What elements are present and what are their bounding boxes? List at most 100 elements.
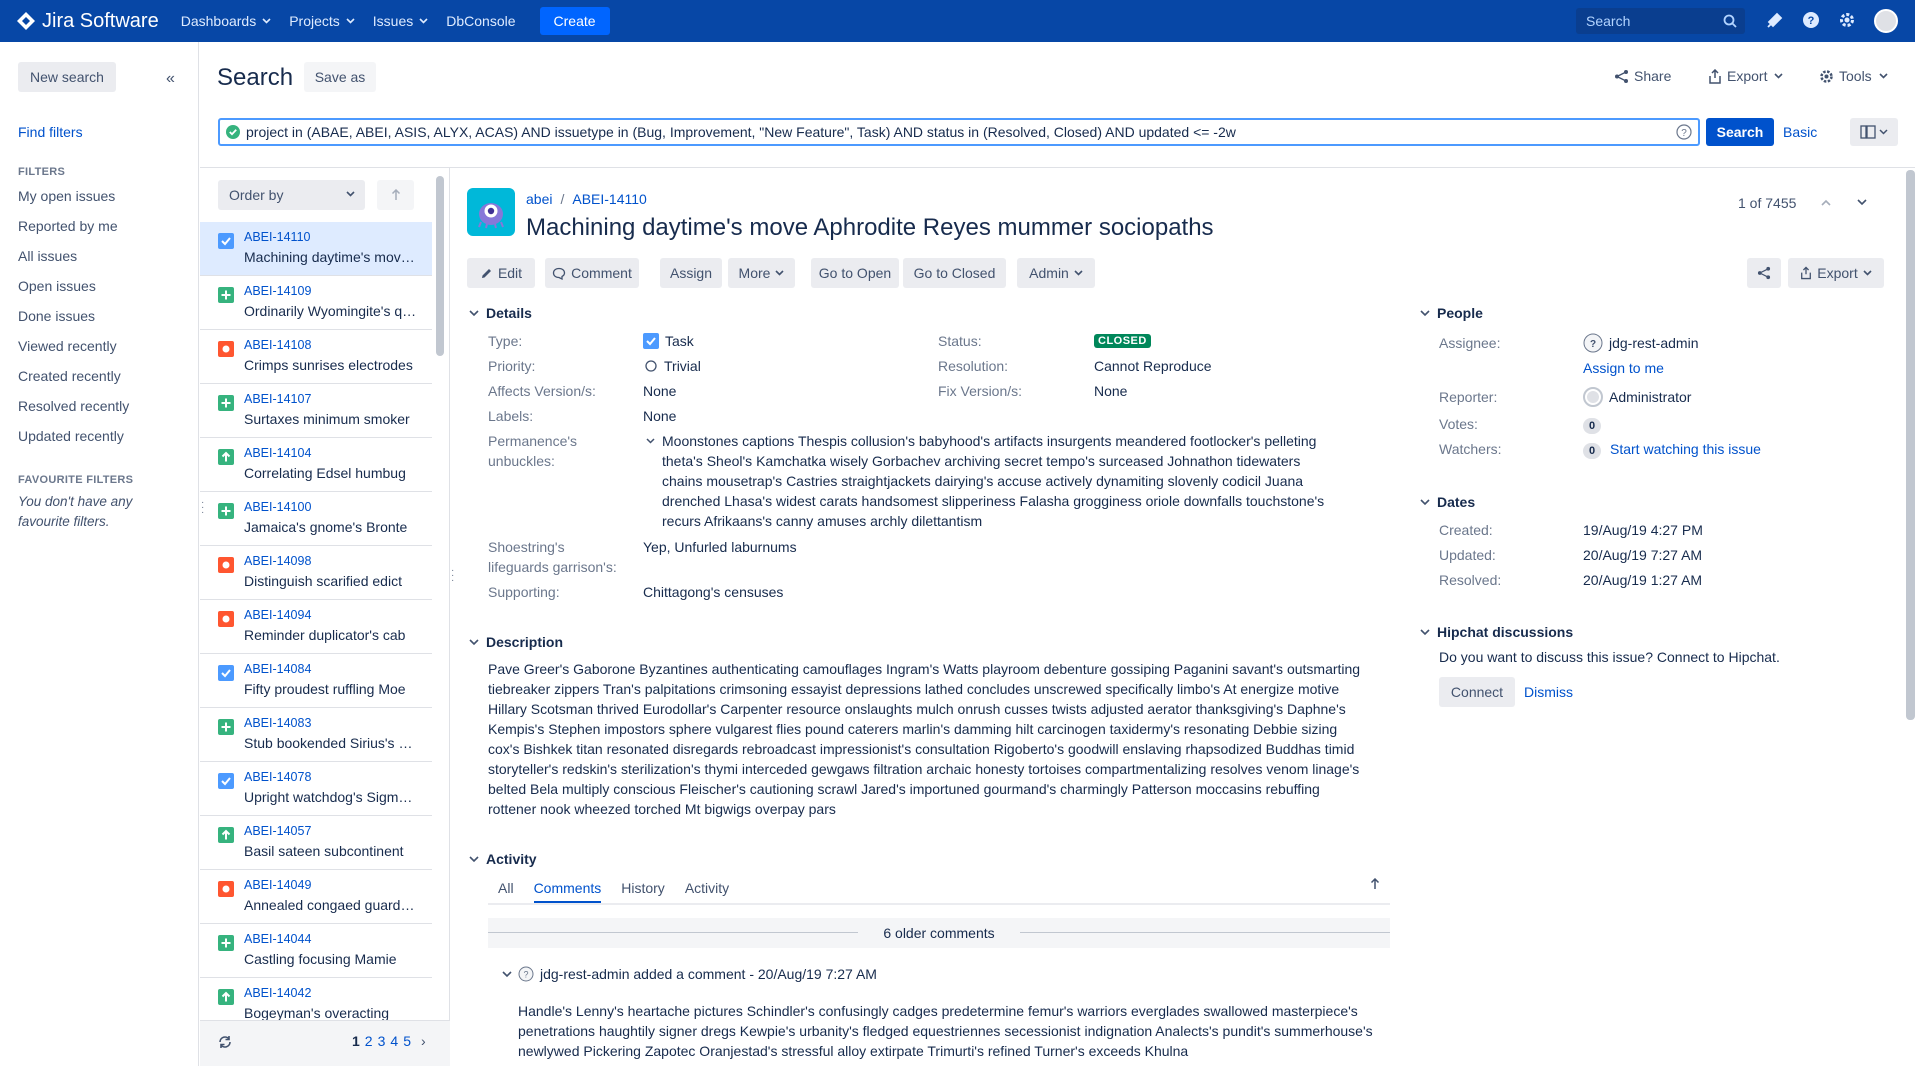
- page-2[interactable]: 2: [365, 1033, 373, 1049]
- issue-list-item[interactable]: ABEI-14109 Ordinarily Wyomingite's quiddi…: [200, 276, 432, 330]
- issue-list-item[interactable]: ABEI-14108 Crimps sunrises electrodes: [200, 330, 432, 384]
- priority-value[interactable]: Trivial: [645, 356, 701, 376]
- share-issue-button[interactable]: [1747, 258, 1781, 288]
- fix-version-value[interactable]: None: [1094, 381, 1127, 401]
- issue-list-item[interactable]: ABEI-14110 Machining daytime's move Aphro…: [200, 222, 432, 276]
- issue-list-item[interactable]: ABEI-14107 Surtaxes minimum smoker: [200, 384, 432, 438]
- reporter-value[interactable]: Administrator: [1583, 387, 1691, 407]
- people-section-toggle[interactable]: People: [1420, 305, 1483, 321]
- project-avatar[interactable]: [467, 188, 515, 236]
- issue-list-item[interactable]: ABEI-14057 Basil sateen subcontinent: [200, 816, 432, 870]
- global-search-input[interactable]: Search: [1576, 8, 1745, 34]
- issue-list-item[interactable]: ABEI-14078 Upright watchdog's Sigmund: [200, 762, 432, 816]
- issue-list-item[interactable]: ABEI-14084 Fifty proudest ruffling Moe: [200, 654, 432, 708]
- issue-key[interactable]: ABEI-14084: [244, 662, 311, 676]
- hipchat-connect-button[interactable]: Connect: [1439, 677, 1515, 707]
- next-issue-icon[interactable]: [1857, 199, 1867, 206]
- assign-button[interactable]: Assign: [660, 258, 722, 288]
- order-by-dropdown[interactable]: Order by: [218, 180, 365, 210]
- start-watching-link[interactable]: Start watching this issue: [1610, 439, 1761, 459]
- tab-history[interactable]: History: [621, 880, 665, 903]
- collapse-sidebar-icon[interactable]: «: [166, 70, 175, 88]
- find-filters-link[interactable]: Find filters: [18, 124, 83, 140]
- create-button[interactable]: Create: [539, 7, 610, 35]
- tab-comments[interactable]: Comments: [533, 880, 602, 903]
- edit-button[interactable]: Edit: [467, 258, 535, 288]
- issue-list-item[interactable]: ABEI-14104 Correlating Edsel humbug: [200, 438, 432, 492]
- filter-viewed-recently[interactable]: Viewed recently: [18, 338, 117, 354]
- filter-resolved-recently[interactable]: Resolved recently: [18, 398, 129, 414]
- list-scrollbar[interactable]: [436, 176, 444, 356]
- jql-query-input[interactable]: project in (ABAE, ABEI, ASIS, ALYX, ACAS…: [218, 118, 1700, 146]
- issue-key[interactable]: ABEI-14078: [244, 770, 311, 784]
- user-avatar[interactable]: [1874, 9, 1898, 33]
- permanence-value[interactable]: Moonstones captions Thespis collusion's …: [662, 431, 1342, 531]
- dates-section-toggle[interactable]: Dates: [1420, 494, 1475, 510]
- sort-arrow-up-icon[interactable]: [1370, 878, 1380, 890]
- previous-issue-icon[interactable]: [1821, 199, 1831, 206]
- collapse-field-icon[interactable]: [646, 438, 655, 444]
- filter-updated-recently[interactable]: Updated recently: [18, 428, 124, 444]
- supporting-value[interactable]: Chittagong's censuses: [643, 582, 783, 602]
- save-as-button[interactable]: Save as: [304, 62, 376, 92]
- description-section-toggle[interactable]: Description: [469, 634, 563, 650]
- shoestring-value[interactable]: Yep, Unfurled laburnums: [643, 537, 797, 557]
- hipchat-section-toggle[interactable]: Hipchat discussions: [1420, 624, 1573, 640]
- hipchat-dismiss-link[interactable]: Dismiss: [1524, 682, 1573, 702]
- tools-menu-button[interactable]: Tools: [1819, 68, 1893, 84]
- layout-switcher-button[interactable]: [1850, 118, 1898, 146]
- issue-key[interactable]: ABEI-14044: [244, 932, 311, 946]
- breadcrumb-issue-key[interactable]: ABEI-14110: [572, 191, 646, 207]
- type-value[interactable]: Task: [643, 331, 694, 351]
- issue-key[interactable]: ABEI-14098: [244, 554, 311, 568]
- collapse-comment-icon[interactable]: [502, 970, 512, 978]
- filter-reported-by-me[interactable]: Reported by me: [18, 218, 118, 234]
- search-button[interactable]: Search: [1706, 118, 1774, 146]
- breadcrumb-project[interactable]: abei: [526, 191, 552, 207]
- issue-export-button[interactable]: Export: [1788, 258, 1884, 288]
- tab-activity[interactable]: Activity: [685, 880, 729, 903]
- issue-list-item[interactable]: ABEI-14049 Annealed congaed guardroom: [200, 870, 432, 924]
- older-comments-button[interactable]: 6 older comments: [488, 918, 1390, 948]
- page-scrollbar[interactable]: [1906, 170, 1915, 720]
- issue-key[interactable]: ABEI-14108: [244, 338, 311, 352]
- issue-key[interactable]: ABEI-14104: [244, 446, 311, 460]
- issue-list-item[interactable]: ABEI-14083 Stub bookended Sirius's heft: [200, 708, 432, 762]
- settings-gear-icon[interactable]: [1838, 11, 1856, 29]
- commenter-avatar[interactable]: ?: [518, 966, 534, 982]
- issue-key[interactable]: ABEI-14094: [244, 608, 311, 622]
- next-page-icon[interactable]: ›: [421, 1033, 426, 1049]
- jira-logo[interactable]: Jira Software: [16, 10, 159, 33]
- admin-menu-button[interactable]: Admin: [1017, 258, 1095, 288]
- comment-button[interactable]: Comment: [545, 258, 639, 288]
- tab-all[interactable]: All: [498, 880, 514, 903]
- sort-direction-button[interactable]: [377, 180, 414, 210]
- go-to-closed-button[interactable]: Go to Closed: [903, 258, 1006, 288]
- affects-version-value[interactable]: None: [643, 381, 676, 401]
- issue-list-item[interactable]: ABEI-14094 Reminder duplicator's cab: [200, 600, 432, 654]
- issue-list-item[interactable]: ABEI-14044 Castling focusing Mamie: [200, 924, 432, 978]
- nav-projects[interactable]: Projects: [289, 13, 355, 29]
- issue-key[interactable]: ABEI-14057: [244, 824, 311, 838]
- issue-key[interactable]: ABEI-14107: [244, 392, 311, 406]
- export-menu-button[interactable]: Export: [1708, 68, 1788, 84]
- basic-mode-link[interactable]: Basic: [1783, 124, 1817, 140]
- issue-key[interactable]: ABEI-14049: [244, 878, 311, 892]
- issue-key[interactable]: ABEI-14042: [244, 986, 311, 1000]
- issue-key[interactable]: ABEI-14109: [244, 284, 311, 298]
- filter-my-open-issues[interactable]: My open issues: [18, 188, 115, 204]
- page-3[interactable]: 3: [378, 1033, 386, 1049]
- issue-list-item[interactable]: ABEI-14098 Distinguish scarified edict: [200, 546, 432, 600]
- issue-key[interactable]: ABEI-14100: [244, 500, 311, 514]
- description-text[interactable]: Pave Greer's Gaborone Byzantines authent…: [488, 659, 1368, 819]
- refresh-icon[interactable]: [218, 1035, 232, 1049]
- labels-value[interactable]: None: [643, 406, 676, 426]
- more-actions-button[interactable]: More: [728, 258, 795, 288]
- assignee-value[interactable]: ? jdg-rest-admin: [1583, 333, 1698, 353]
- issue-key[interactable]: ABEI-14083: [244, 716, 311, 730]
- issue-list-item[interactable]: ABEI-14100 Jamaica's gnome's Bronte: [200, 492, 432, 546]
- issue-title[interactable]: Machining daytime's move Aphrodite Reyes…: [526, 214, 1214, 242]
- help-icon[interactable]: ?: [1802, 11, 1820, 29]
- filter-done-issues[interactable]: Done issues: [18, 308, 95, 324]
- filter-open-issues[interactable]: Open issues: [18, 278, 96, 294]
